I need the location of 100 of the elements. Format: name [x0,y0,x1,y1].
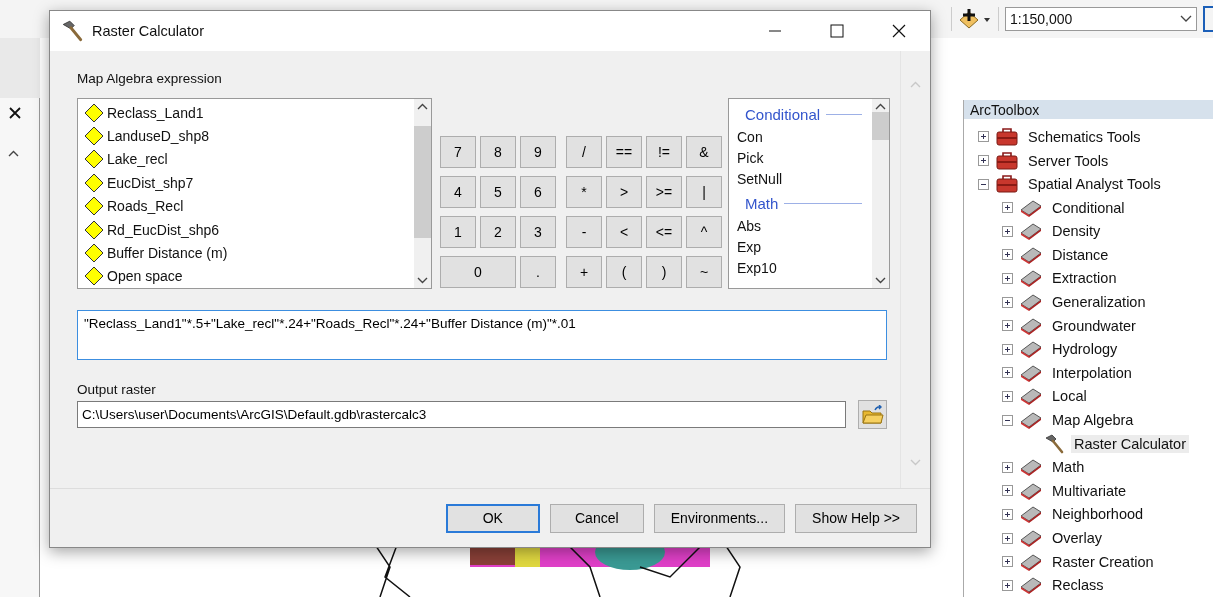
dialog-button[interactable]: Show Help >> [795,503,917,533]
tree-item[interactable]: Conditional [1049,198,1128,217]
expand-icon[interactable] [1002,296,1013,308]
layer-item[interactable]: EucDist_shp7 [107,174,194,191]
operator-key[interactable]: - [566,216,602,248]
tree-item[interactable]: Raster Creation [1049,552,1157,571]
scroll-down-icon[interactable] [875,277,886,284]
operator-key[interactable]: <= [646,216,682,248]
tree-item[interactable]: Generalization [1049,293,1149,312]
scroll-up-icon[interactable] [8,150,19,157]
function-item[interactable]: Abs [737,216,872,237]
expand-icon[interactable] [1002,461,1013,473]
function-item[interactable]: SetNull [737,169,872,190]
function-item[interactable]: Exp10 [737,258,872,279]
browse-button[interactable] [858,400,887,429]
expand-icon[interactable] [1002,225,1013,237]
keypad-key[interactable]: 4 [440,176,476,208]
function-item[interactable]: Exp [737,237,872,258]
tree-item[interactable]: Math [1049,458,1088,477]
layer-item[interactable]: Open space [107,268,183,285]
tree-item[interactable]: Schematics Tools [1025,127,1144,146]
operator-key[interactable]: | [686,176,722,208]
tree-item[interactable]: Local [1049,387,1090,406]
layer-item[interactable]: LanduseD_shp8 [107,128,209,145]
expand-icon[interactable] [978,155,989,166]
tree-item[interactable]: Extraction [1049,269,1120,288]
expand-icon[interactable] [1002,508,1013,520]
layer-item[interactable]: Roads_Recl [107,198,184,215]
operator-key[interactable]: > [606,176,642,208]
output-raster-field[interactable]: C:\Users\user\Documents\ArcGIS\Default.gdb\rastercalc3 [77,401,846,428]
expand-icon[interactable] [1002,202,1013,214]
close-icon[interactable] [8,106,22,120]
tree-item[interactable]: Density [1049,222,1104,241]
toolbar-icon[interactable] [1203,6,1213,32]
dropdown-caret-icon[interactable] [1180,15,1192,23]
expand-icon[interactable] [1002,485,1013,497]
tree-item[interactable]: Interpolation [1049,363,1135,382]
operator-key[interactable]: == [606,136,642,168]
expand-icon[interactable] [978,131,989,143]
function-item[interactable]: Con [737,127,872,148]
keypad-key[interactable]: 1 [440,216,476,248]
operator-key[interactable]: ( [606,256,642,288]
tree-item[interactable]: Overlay [1049,529,1105,547]
operator-key[interactable]: + [566,256,602,288]
expand-icon[interactable] [1002,273,1013,284]
keypad-key[interactable]: . [520,256,556,288]
keypad-key[interactable]: 6 [520,176,556,208]
tree-item[interactable]: Multivariate [1049,481,1130,500]
operator-key[interactable]: ~ [686,256,722,288]
tree-item[interactable]: Neighborhood [1049,505,1147,524]
dialog-button[interactable]: OK [445,503,540,533]
expand-icon[interactable] [1002,367,1013,379]
scale-dropdown[interactable]: 1:150,000 [1005,7,1197,31]
keypad-key[interactable]: 9 [520,136,556,168]
operator-key[interactable]: ^ [686,216,722,248]
keypad-key[interactable]: 5 [480,176,516,208]
keypad-key[interactable]: 2 [480,216,516,248]
layer-item[interactable]: Reclass_Land1 [107,104,204,121]
tree-item[interactable]: Groundwater [1049,316,1139,335]
scroll-down-icon[interactable] [417,277,428,284]
layer-item[interactable]: Buffer Distance (m) [107,244,228,261]
tree-item[interactable]: Distance [1049,245,1112,264]
operator-key[interactable]: >= [646,176,682,208]
tree-item[interactable]: Reclass [1049,576,1107,595]
keypad-key[interactable]: 3 [520,216,556,248]
toolset-icon [1019,528,1043,548]
function-item[interactable]: Pick [737,148,872,169]
expand-icon[interactable] [1002,320,1013,332]
dialog-button[interactable]: Cancel [549,503,644,533]
tree-item[interactable]: Spatial Analyst Tools [1025,175,1164,194]
scrollbar-thumb[interactable] [872,112,889,140]
keypad-key[interactable]: 0 [440,256,516,288]
expand-icon[interactable] [1002,579,1013,591]
scrollbar-thumb[interactable] [414,126,431,238]
tree-item[interactable]: Server Tools [1025,151,1112,170]
expand-icon[interactable] [1002,556,1013,568]
operator-key[interactable]: / [566,136,602,168]
collapse-icon[interactable] [978,178,989,190]
expand-icon[interactable] [1002,343,1013,355]
layer-item[interactable]: Lake_recl [107,151,168,168]
add-data-icon[interactable] [958,8,992,30]
expand-icon[interactable] [1002,532,1013,544]
keypad-key[interactable]: 7 [440,136,476,168]
tree-item[interactable]: Map Algebra [1049,411,1137,430]
scroll-up-icon[interactable] [875,103,886,110]
operator-key[interactable]: < [606,216,642,248]
expand-icon[interactable] [1002,390,1013,402]
expand-icon[interactable] [1002,249,1013,261]
operator-key[interactable]: & [686,136,722,168]
operator-key[interactable]: ) [646,256,682,288]
layer-item[interactable]: Rd_EucDist_shp6 [107,221,220,238]
tree-item[interactable]: Hydrology [1049,340,1121,359]
collapse-icon[interactable] [1002,414,1013,426]
dialog-button[interactable]: Environments... [653,503,786,533]
scroll-up-icon[interactable] [417,103,428,110]
operator-key[interactable]: != [646,136,682,168]
keypad-key[interactable]: 8 [480,136,516,168]
expression-field[interactable]: "Reclass_Land1"*.5+"Lake_recl"*.24+"Roads_Recl"*.24+"Buffer Distance (m)"*.01 [77,310,887,360]
operator-key[interactable]: * [566,176,602,208]
tree-item[interactable]: Raster Calculator [1071,434,1189,453]
